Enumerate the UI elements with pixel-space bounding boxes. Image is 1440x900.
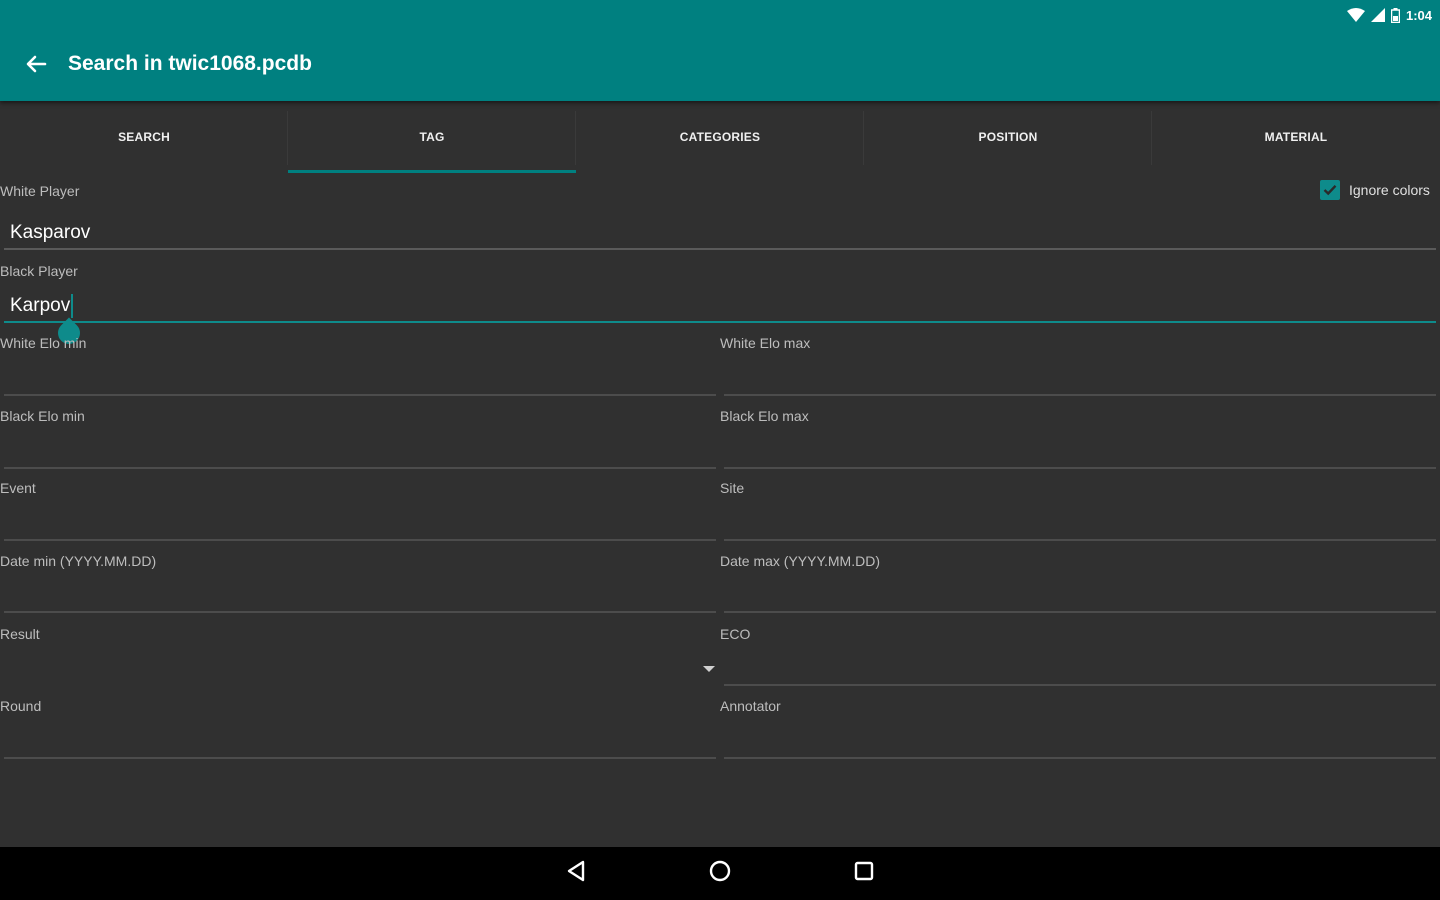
battery-icon [1390,7,1400,23]
checkbox-checked-icon [1320,180,1340,200]
arrow-left-icon [25,55,47,78]
tab-categories[interactable]: CATEGORIES [576,101,864,173]
white-elo-max-input[interactable] [724,364,1436,396]
eco-label: ECO [720,626,751,642]
square-recents-icon [853,860,875,887]
tab-label: MATERIAL [1264,130,1328,144]
dropdown-arrow-icon [703,666,715,672]
nav-home-button[interactable] [703,857,737,891]
triangle-back-icon [565,859,587,888]
white-player-input[interactable]: Kasparov [4,218,1436,250]
date-max-label: Date max (YYYY.MM.DD) [720,553,880,569]
white-elo-min-label: White Elo min [0,335,87,351]
signal-icon [1370,8,1385,22]
page-title: Search in twic1068.pcdb [68,52,312,75]
white-elo-min-input[interactable] [4,364,716,396]
nav-back-button[interactable] [559,857,593,891]
site-label: Site [720,480,745,496]
black-player-label: Black Player [0,263,78,279]
status-bar: 1:04 [1346,4,1432,26]
date-min-input[interactable] [4,581,716,613]
text-caret [71,293,74,318]
tab-material[interactable]: MATERIAL [1152,101,1440,173]
active-tab-indicator [288,170,576,173]
date-min-label: Date min (YYYY.MM.DD) [0,553,157,569]
site-input[interactable] [724,509,1436,541]
event-label: Event [0,480,36,496]
back-button[interactable] [18,50,54,82]
ignore-colors-checkbox[interactable]: Ignore colors [1320,180,1430,200]
black-elo-min-input[interactable] [4,437,716,469]
tab-label: SEARCH [118,130,170,144]
wifi-icon [1346,8,1365,22]
result-dropdown[interactable] [0,620,718,690]
event-input[interactable] [4,509,716,541]
black-player-input[interactable]: Karpov [4,291,1436,323]
tab-label: TAG [419,130,445,144]
round-input[interactable] [4,727,716,759]
clock-time: 1:04 [1405,7,1432,23]
tab-search[interactable]: SEARCH [0,101,288,173]
tab-label: CATEGORIES [679,130,761,144]
tab-bar: SEARCH TAG CATEGORIES POSITION MATERIAL [0,101,1440,173]
round-label: Round [0,698,42,714]
nav-recents-button[interactable] [847,857,881,891]
black-elo-max-input[interactable] [724,437,1436,469]
white-player-value: Kasparov [10,222,91,243]
black-elo-max-label: Black Elo max [720,408,809,424]
annotator-label: Annotator [720,698,781,714]
eco-input[interactable] [724,654,1436,686]
tab-position[interactable]: POSITION [864,101,1152,173]
black-player-value: Karpov [10,295,71,316]
white-player-label: White Player [0,183,80,199]
circle-home-icon [708,859,732,888]
tab-tag[interactable]: TAG [288,101,576,173]
white-elo-max-label: White Elo max [720,335,811,351]
system-nav-bar [0,847,1440,900]
tab-label: POSITION [978,130,1038,144]
black-elo-min-label: Black Elo min [0,408,85,424]
date-max-input[interactable] [724,581,1436,613]
ignore-colors-label: Ignore colors [1349,182,1430,198]
app-bar: 1:04 Search in twic1068.pcdb [0,0,1440,101]
annotator-input[interactable] [724,727,1436,759]
